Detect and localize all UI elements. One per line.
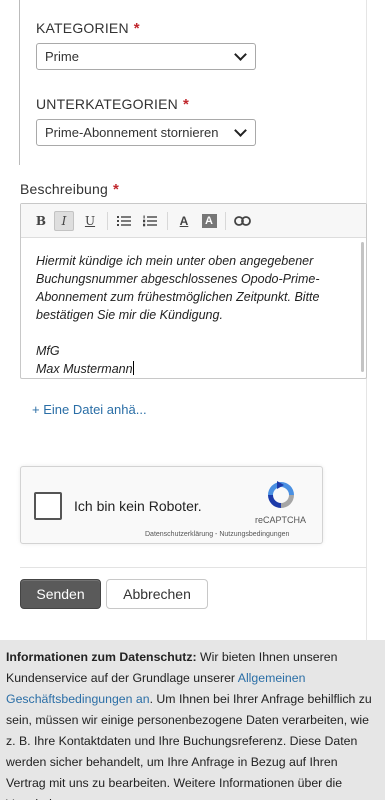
description-editor: B I U A A Hiermit kündige ich mein unter… — [20, 203, 367, 379]
category-select-value: Prime — [45, 49, 79, 64]
numbered-list-icon — [143, 215, 157, 227]
recaptcha-logo-icon — [268, 481, 294, 508]
underline-button[interactable]: U — [80, 211, 100, 231]
recaptcha-label: Ich bin kein Roboter. — [74, 498, 202, 514]
background-color-icon: A — [201, 214, 217, 228]
privacy-text-after-link: . Um Ihnen bei Ihrer Anfrage behilflich … — [6, 692, 372, 800]
description-label: Beschreibung * — [20, 181, 119, 198]
description-textarea[interactable]: Hiermit kündige ich mein unter oben ange… — [21, 238, 366, 378]
numbered-list-button[interactable] — [140, 211, 160, 231]
subcategory-label-text: UNTERKATEGORIEN — [36, 96, 178, 112]
recaptcha-widget: Ich bin kein Roboter. reCAPTCHA Datensch… — [20, 466, 323, 544]
subcategory-select-value: Prime-Abonnement stornieren — [45, 125, 219, 140]
description-name-line: Max Mustermann — [36, 360, 350, 378]
chevron-down-icon — [234, 47, 247, 61]
bulleted-list-icon — [117, 216, 131, 226]
attach-file-link[interactable]: + Eine Datei anhä... — [32, 402, 147, 417]
form-divider — [20, 567, 367, 568]
category-label-text: KATEGORIEN — [36, 20, 129, 36]
category-select[interactable]: Prime — [36, 43, 256, 70]
required-mark: * — [133, 20, 140, 37]
italic-button[interactable]: I — [54, 211, 74, 231]
description-paragraph: Hiermit kündige ich mein unter oben ange… — [36, 254, 320, 322]
toolbar-separator — [225, 212, 226, 230]
description-name: Max Mustermann — [36, 362, 133, 376]
required-mark: * — [182, 96, 190, 113]
required-mark: * — [113, 181, 120, 198]
category-label: KATEGORIEN * — [36, 20, 140, 37]
privacy-heading: Informationen zum Datenschutz: — [6, 650, 197, 664]
editor-toolbar: B I U A A — [21, 204, 366, 238]
privacy-notice: Informationen zum Datenschutz: Wir biete… — [0, 640, 385, 800]
category-indent-rule — [19, 0, 20, 165]
toolbar-separator — [107, 212, 108, 230]
editor-scrollbar[interactable] — [361, 242, 364, 372]
send-button[interactable]: Senden — [20, 579, 101, 609]
subcategory-select[interactable]: Prime-Abonnement stornieren — [36, 119, 256, 146]
background-color-button[interactable]: A — [199, 211, 219, 231]
link-icon — [233, 216, 251, 226]
link-button[interactable] — [232, 211, 252, 231]
cancel-button[interactable]: Abbrechen — [106, 579, 208, 609]
recaptcha-brand: reCAPTCHA — [255, 515, 307, 525]
toolbar-separator — [167, 212, 168, 230]
description-label-text: Beschreibung — [20, 181, 109, 197]
description-greeting: MfG — [36, 344, 60, 358]
subcategory-label: UNTERKATEGORIEN * — [36, 96, 189, 113]
text-caret — [132, 361, 134, 375]
chevron-down-icon — [234, 123, 247, 137]
recaptcha-links[interactable]: Datenschutzerklärung - Nutzungsbedingung… — [145, 531, 289, 538]
recaptcha-checkbox[interactable] — [34, 492, 62, 520]
bold-button[interactable]: B — [31, 211, 51, 231]
text-color-button[interactable]: A — [174, 211, 194, 231]
bulleted-list-button[interactable] — [114, 211, 134, 231]
